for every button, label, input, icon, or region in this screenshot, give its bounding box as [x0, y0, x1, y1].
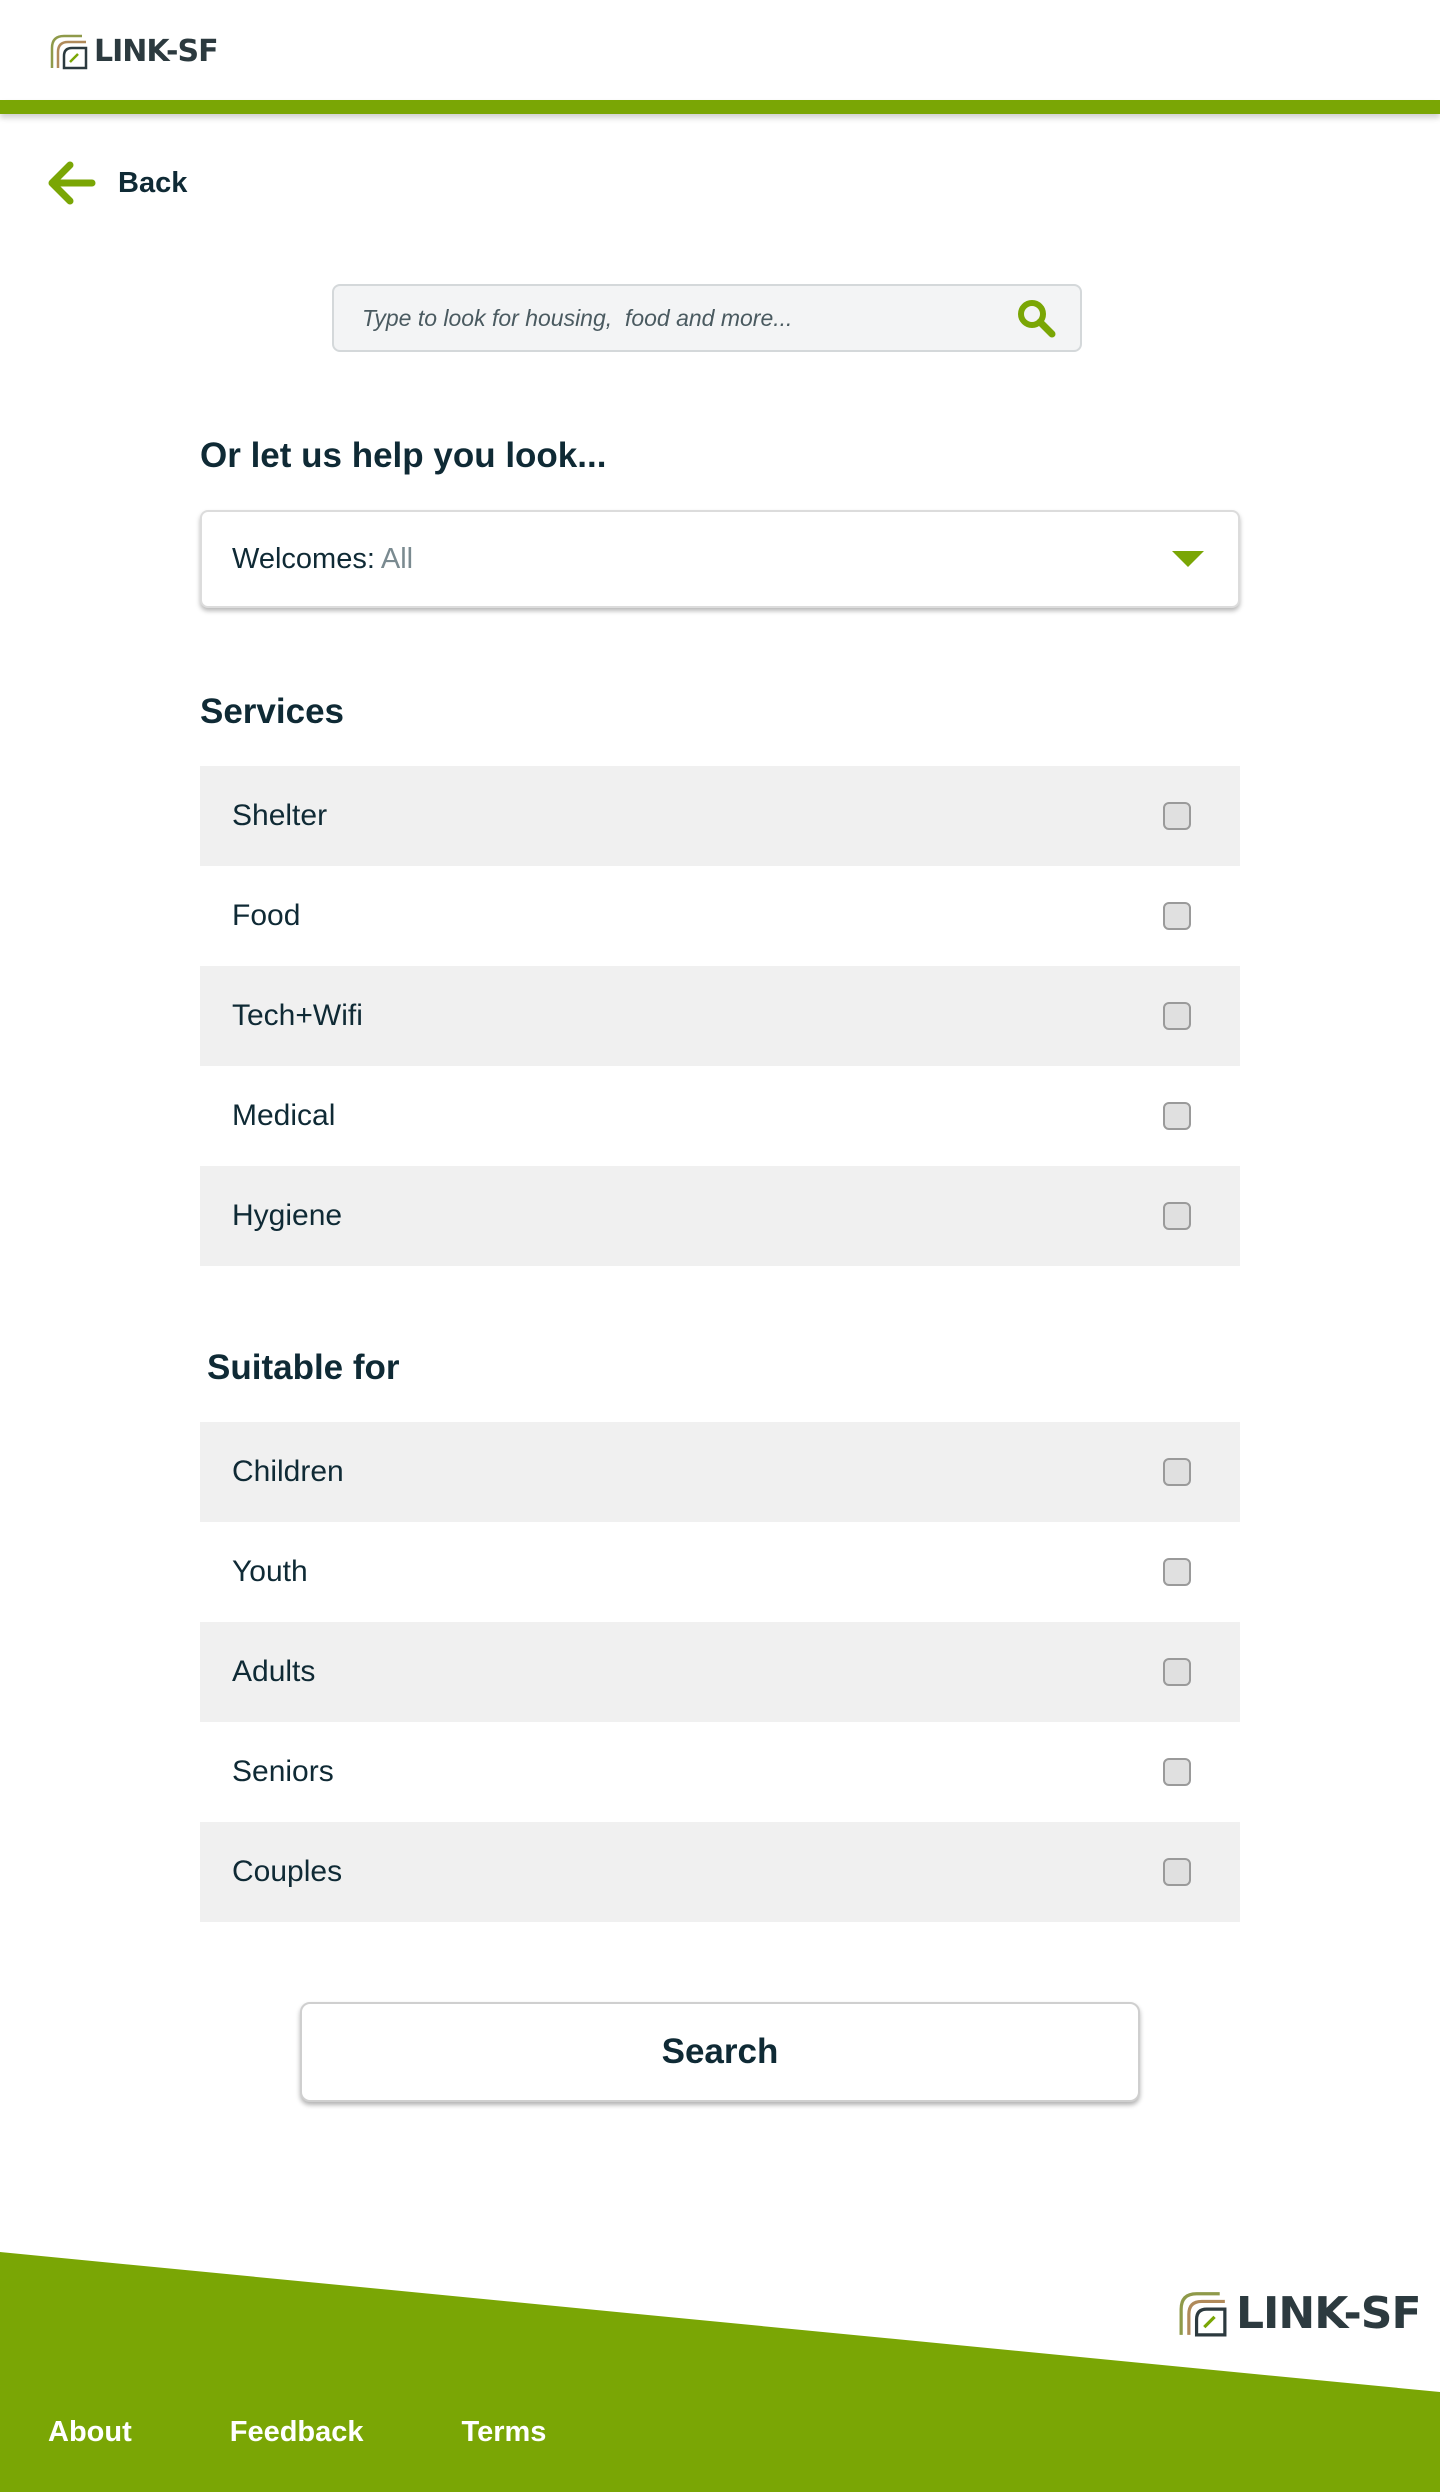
arrow-left-icon: [48, 161, 96, 205]
help-title: Or let us help you look...: [200, 436, 607, 475]
search-input[interactable]: [334, 303, 1014, 333]
footer-link-about[interactable]: About: [48, 2416, 132, 2449]
footer-nav: About Feedback Terms: [48, 2416, 546, 2449]
suitable-option-couples[interactable]: Couples: [200, 1822, 1240, 1922]
header-accent-bar: [0, 100, 1440, 114]
suitable-option-youth[interactable]: Youth: [200, 1522, 1240, 1622]
service-option-tech-wifi[interactable]: Tech+Wifi: [200, 966, 1240, 1066]
footer-link-feedback[interactable]: Feedback: [230, 2416, 364, 2449]
checkbox[interactable]: [1163, 902, 1191, 930]
checkbox[interactable]: [1163, 802, 1191, 830]
option-label: Shelter: [232, 799, 328, 832]
welcomes-value: All: [380, 542, 414, 575]
footer-link-terms[interactable]: Terms: [462, 2416, 547, 2449]
services-title: Services: [200, 692, 345, 731]
welcomes-select[interactable]: Welcomes: All: [200, 510, 1240, 608]
checkbox[interactable]: [1163, 1458, 1191, 1486]
service-option-medical[interactable]: Medical: [200, 1066, 1240, 1166]
suitable-option-children[interactable]: Children: [200, 1422, 1240, 1522]
service-option-hygiene[interactable]: Hygiene: [200, 1166, 1240, 1266]
option-label: Adults: [232, 1655, 316, 1688]
option-label: Children: [232, 1455, 344, 1488]
option-label: Food: [232, 899, 301, 932]
back-button[interactable]: Back: [46, 160, 187, 206]
search-button[interactable]: Search: [300, 2002, 1140, 2102]
option-label: Hygiene: [232, 1199, 343, 1232]
checkbox[interactable]: [1163, 1658, 1191, 1686]
suitable-title: Suitable for: [207, 1348, 400, 1387]
logo-mark-icon: [50, 34, 88, 70]
logo-text: LINK-SF: [1236, 2287, 1422, 2339]
checkbox[interactable]: [1163, 1202, 1191, 1230]
caret-down-icon: [1172, 551, 1204, 567]
site-header: LINK-SF: [0, 0, 1440, 100]
logo-text: LINK-SF: [94, 33, 219, 69]
services-list: Shelter Food Tech+Wifi Medical Hygiene: [200, 766, 1240, 1266]
back-label: Back: [118, 166, 188, 199]
checkbox[interactable]: [1163, 1102, 1191, 1130]
suitable-option-adults[interactable]: Adults: [200, 1622, 1240, 1722]
search-box: [332, 284, 1082, 352]
option-label: Youth: [232, 1555, 308, 1588]
option-label: Seniors: [232, 1755, 334, 1788]
magnifier-icon[interactable]: [1014, 296, 1058, 340]
footer-logo[interactable]: LINK-SF: [1176, 2286, 1422, 2340]
option-label: Couples: [232, 1855, 343, 1888]
option-label: Tech+Wifi: [232, 999, 363, 1032]
option-label: Medical: [232, 1099, 336, 1132]
welcomes-label: Welcomes:: [232, 542, 375, 575]
service-option-food[interactable]: Food: [200, 866, 1240, 966]
suitable-option-seniors[interactable]: Seniors: [200, 1722, 1240, 1822]
checkbox[interactable]: [1163, 1858, 1191, 1886]
service-option-shelter[interactable]: Shelter: [200, 766, 1240, 866]
checkbox[interactable]: [1163, 1558, 1191, 1586]
checkbox[interactable]: [1163, 1758, 1191, 1786]
suitable-list: Children Youth Adults Seniors Couples: [200, 1422, 1240, 1922]
logo-mark-icon: [1179, 2292, 1227, 2337]
checkbox[interactable]: [1163, 1002, 1191, 1030]
header-logo[interactable]: LINK-SF: [48, 30, 219, 72]
